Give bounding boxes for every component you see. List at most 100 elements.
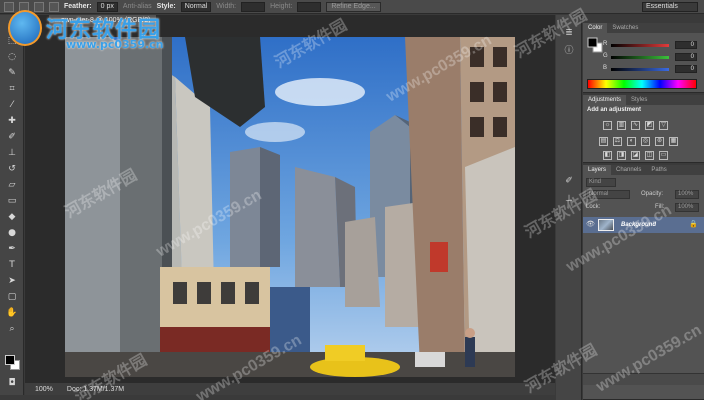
selective-color-icon[interactable]: ◫ [645, 151, 654, 160]
posterize-icon[interactable]: ◨ [617, 151, 626, 160]
black-white-icon[interactable]: ◐ [627, 137, 636, 146]
blend-mode-select[interactable]: Normal [586, 190, 630, 199]
move-tool-icon[interactable]: ✥ [6, 19, 18, 31]
add-adjustment-title: Add an adjustment [587, 107, 642, 113]
document-tab[interactable]: ...own-ster-8 @ 100% (RGB/8) [49, 15, 157, 27]
fill-input[interactable]: 100% [675, 203, 699, 212]
zoom-tool-icon[interactable]: ⌕ [6, 323, 18, 335]
channel-mixer-icon[interactable]: ⊛ [655, 137, 664, 146]
layers-footer-toolbar [583, 373, 704, 385]
feather-label: Feather: [64, 3, 92, 10]
width-label: Width: [216, 3, 237, 10]
tab-channels[interactable]: Channels [611, 165, 646, 175]
refine-edge-button[interactable]: Refine Edge... [326, 1, 381, 12]
selection-mode-icon[interactable] [19, 1, 29, 12]
feather-input[interactable]: 0 px [96, 1, 118, 12]
marquee-tool-preset-icon[interactable] [4, 1, 14, 12]
hue-saturation-icon[interactable]: ▤ [599, 137, 608, 146]
eyedropper-tool-icon[interactable]: ⁄ [6, 99, 18, 111]
gradient-map-icon[interactable]: ▭ [659, 151, 668, 160]
invert-icon[interactable]: ◧ [603, 151, 612, 160]
eye-visibility-icon[interactable]: 👁 [586, 220, 595, 229]
selection-mode-add-icon[interactable] [34, 1, 44, 12]
red-channel-slider[interactable]: R 0 [603, 41, 697, 49]
clone-source-panel-icon[interactable]: ⊥ [563, 193, 575, 205]
antialias-checkbox[interactable]: Anti-alias [123, 3, 152, 10]
layers-panel: Layers Channels Paths Kind Normal Opacit… [583, 165, 704, 400]
tab-styles[interactable]: Styles [626, 95, 652, 105]
city-street-photo [65, 37, 515, 377]
exposure-icon[interactable]: ◩ [645, 121, 654, 130]
opacity-label: Opacity: [641, 191, 664, 197]
threshold-icon[interactable]: ◪ [631, 151, 640, 160]
tab-adjustments[interactable]: Adjustments [583, 95, 627, 105]
blue-channel-slider[interactable]: B 0 [603, 65, 697, 73]
tab-paths[interactable]: Paths [646, 165, 671, 175]
color-panel: Color Swatches R 0 G 0 B 0 [583, 23, 704, 93]
vibrance-icon[interactable]: ▽ [659, 121, 668, 130]
workspace-switcher[interactable]: Essentials [642, 2, 698, 12]
color-panel-tabs: Color Swatches [583, 23, 704, 33]
dodge-tool-icon[interactable]: ● [6, 227, 18, 239]
brush-tool-icon[interactable]: ✐ [6, 131, 18, 143]
marquee-tool-icon[interactable]: ⬚ [6, 35, 18, 47]
clone-stamp-tool-icon[interactable]: ⊥ [6, 147, 18, 159]
path-selection-tool-icon[interactable]: ➤ [6, 275, 18, 287]
status-bar: 100% Doc: 1.37M/1.37M [25, 383, 555, 395]
foreground-color-swatch[interactable] [5, 355, 15, 365]
blue-channel-value[interactable]: 0 [675, 65, 697, 73]
green-channel-slider[interactable]: G 0 [603, 53, 697, 61]
eraser-tool-icon[interactable]: ▱ [6, 179, 18, 191]
collapsed-panel-icons: ≣ ⓘ ✐ ⊥ [556, 15, 582, 400]
tools-panel: ✥ ⬚ ◌ ✎ ⌗ ⁄ ✚ ✐ ⊥ ↺ ▱ ▭ ◆ ● ✒ T ➤ ▢ ✋ ⌕ … [0, 15, 24, 395]
green-channel-value[interactable]: 0 [675, 53, 697, 61]
tab-swatches[interactable]: Swatches [607, 23, 643, 33]
tab-color[interactable]: Color [583, 23, 608, 33]
properties-panel-icon[interactable]: ⓘ [563, 45, 575, 57]
brightness-contrast-icon[interactable]: ☼ [603, 121, 612, 130]
levels-icon[interactable]: ▥ [617, 121, 626, 130]
adjustments-panel: Adjustments Styles Add an adjustment ☼ ▥… [583, 95, 704, 163]
tab-layers[interactable]: Layers [583, 165, 612, 175]
lock-label: Lock: [586, 204, 601, 210]
crop-tool-icon[interactable]: ⌗ [6, 83, 18, 95]
rectangle-tool-icon[interactable]: ▢ [6, 291, 18, 303]
layer-name[interactable]: Background [621, 217, 656, 233]
lock-icon: 🔒 [689, 221, 698, 228]
opacity-input[interactable]: 100% [675, 190, 699, 199]
healing-brush-tool-icon[interactable]: ✚ [6, 115, 18, 127]
right-panels: ≣ ⓘ ✐ ⊥ Color Swatches R 0 G 0 B 0 Adjus… [556, 15, 704, 400]
color-spectrum-ramp[interactable] [587, 79, 697, 89]
color-panel-fg-bg-swatch[interactable] [587, 37, 603, 53]
hand-tool-icon[interactable]: ✋ [6, 307, 18, 319]
document-size: Doc: 1.37M/1.37M [66, 385, 125, 393]
curves-icon[interactable]: ∿ [631, 121, 640, 130]
zoom-level[interactable]: 100% [35, 386, 53, 393]
history-brush-tool-icon[interactable]: ↺ [6, 163, 18, 175]
history-panel-icon[interactable]: ≣ [563, 27, 575, 39]
options-bar: Feather: 0 px Anti-alias Style: Normal W… [0, 0, 704, 14]
quick-selection-tool-icon[interactable]: ✎ [6, 67, 18, 79]
layer-row[interactable]: 👁 Background 🔒 [583, 217, 704, 233]
layers-panel-tabs: Layers Channels Paths [583, 165, 704, 175]
type-tool-icon[interactable]: T [6, 259, 18, 271]
pen-tool-icon[interactable]: ✒ [6, 243, 18, 255]
red-channel-value[interactable]: 0 [675, 41, 697, 49]
layer-thumbnail [598, 219, 614, 231]
image-canvas[interactable] [65, 37, 515, 377]
color-balance-icon[interactable]: ⚖ [613, 137, 622, 146]
width-input[interactable] [241, 1, 266, 12]
height-input[interactable] [297, 1, 322, 12]
document-area: ...own-ster-8 @ 100% (RGB/8) [25, 15, 555, 383]
style-select[interactable]: Normal [180, 1, 212, 12]
photo-filter-icon[interactable]: ◎ [641, 137, 650, 146]
layer-filter-kind-select[interactable]: Kind [586, 178, 616, 187]
adjustments-panel-tabs: Adjustments Styles [583, 95, 704, 105]
selection-mode-subtract-icon[interactable] [49, 1, 59, 12]
quick-mask-icon[interactable]: ◘ [6, 377, 18, 389]
brush-panel-icon[interactable]: ✐ [563, 175, 575, 187]
color-lookup-icon[interactable]: ▦ [669, 137, 678, 146]
blur-tool-icon[interactable]: ◆ [6, 211, 18, 223]
gradient-tool-icon[interactable]: ▭ [6, 195, 18, 207]
lasso-tool-icon[interactable]: ◌ [6, 51, 18, 63]
